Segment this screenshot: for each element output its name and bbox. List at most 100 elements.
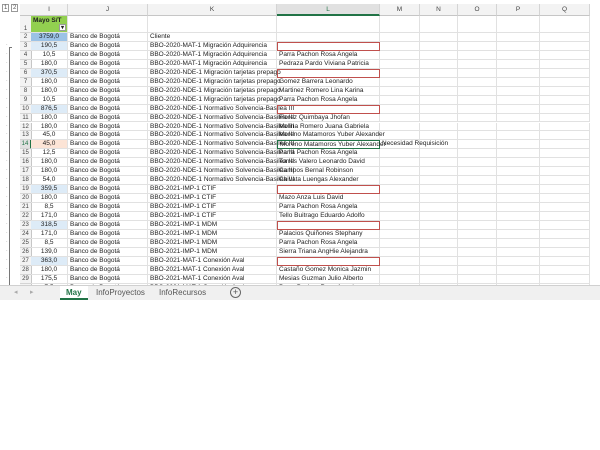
cell-N12[interactable] (420, 122, 458, 132)
tab-may[interactable]: May (60, 286, 88, 300)
cell-header-L[interactable] (277, 16, 380, 33)
cell-I11[interactable]: 180,0 (31, 113, 68, 123)
cell-L28[interactable]: Castaño Gomez Monica Jazmin (277, 265, 380, 275)
column-header-M[interactable]: M (380, 4, 420, 16)
cell-J2[interactable]: Banco de Bogotá (68, 33, 148, 42)
cell-I15[interactable]: 12,5 (31, 149, 68, 159)
cell-J5[interactable]: Banco de Bogotá (68, 59, 148, 69)
cell-L8[interactable]: Martinez Romero Lina Karina (277, 86, 380, 96)
cell-L4[interactable]: Parra Pachon Rosa Angela (277, 50, 380, 60)
cell-L9[interactable]: Parra Pachon Rosa Angela (277, 95, 380, 105)
column-header-P[interactable]: P (497, 4, 540, 16)
cell-K6[interactable]: BBO-2020-NDE-1 Migración tarjetas prepag… (148, 68, 281, 78)
cell-O27[interactable] (458, 256, 497, 266)
cell-J9[interactable]: Banco de Bogotá (68, 95, 148, 105)
cell-O18[interactable] (458, 176, 497, 186)
cell-M16[interactable] (380, 158, 420, 168)
cell-K10[interactable]: BBO-2020-NDE-1 Normativo Solvencia-Basil… (148, 104, 294, 114)
cell-O25[interactable] (458, 238, 497, 248)
column-header-K[interactable]: K (148, 4, 277, 16)
cell-M15[interactable] (380, 149, 420, 159)
cell-I9[interactable]: 10,5 (31, 95, 68, 105)
cell-K16[interactable]: BBO-2020-NDE-1 Normativo Solvencia-Basil… (148, 158, 294, 168)
cell-O2[interactable] (458, 33, 497, 42)
cell-Q10[interactable] (540, 104, 590, 114)
cell-O13[interactable] (458, 131, 497, 141)
cell-O9[interactable] (458, 95, 497, 105)
cell-Q2[interactable] (540, 33, 590, 42)
cell-Q24[interactable] (540, 229, 590, 239)
cell-N10[interactable] (420, 104, 458, 114)
cell-J29[interactable]: Banco de Bogotá (68, 274, 148, 284)
cell-Q11[interactable] (540, 113, 590, 123)
cell-J11[interactable]: Banco de Bogotá (68, 113, 148, 123)
cell-K21[interactable]: BBO-2021-IMP-1 CTIF (148, 203, 277, 212)
cell-Q27[interactable] (540, 256, 590, 266)
cell-I12[interactable]: 180,0 (31, 122, 68, 132)
cell-M28[interactable] (380, 265, 420, 275)
cell-N9[interactable] (420, 95, 458, 105)
cell-I5[interactable]: 180,0 (31, 59, 68, 69)
cell-P20[interactable] (497, 194, 540, 204)
cell-O15[interactable] (458, 149, 497, 159)
cell-P27[interactable] (497, 256, 540, 266)
cell-J18[interactable]: Banco de Bogotá (68, 176, 148, 186)
cell-J10[interactable]: Banco de Bogotá (68, 104, 148, 114)
cell-P24[interactable] (497, 229, 540, 239)
cell-Q20[interactable] (540, 194, 590, 204)
cell-P8[interactable] (497, 86, 540, 96)
cell-N16[interactable] (420, 158, 458, 168)
cell-N14[interactable] (420, 140, 458, 150)
outline-bracket[interactable] (9, 47, 12, 285)
cell-P17[interactable] (497, 167, 540, 177)
cell-O11[interactable] (458, 113, 497, 123)
cell-P19[interactable] (497, 185, 540, 195)
cell-Q29[interactable] (540, 274, 590, 284)
cell-Q8[interactable] (540, 86, 590, 96)
cell-K11[interactable]: BBO-2020-NDE-1 Normativo Solvencia-Basil… (148, 113, 294, 123)
cell-I8[interactable]: 180,0 (31, 86, 68, 96)
cell-O22[interactable] (458, 212, 497, 221)
cell-L7[interactable]: Gomez Barrera Leonardo (277, 77, 380, 87)
cell-M27[interactable] (380, 256, 420, 266)
cell-Q12[interactable] (540, 122, 590, 132)
cell-Q3[interactable] (540, 41, 590, 51)
cell-P26[interactable] (497, 247, 540, 257)
cell-M25[interactable] (380, 238, 420, 248)
cell-N27[interactable] (420, 256, 458, 266)
outline-level-1-button[interactable]: 1 (2, 4, 10, 12)
cell-J20[interactable]: Banco de Bogotá (68, 194, 148, 204)
cell-J7[interactable]: Banco de Bogotá (68, 77, 148, 87)
cell-N5[interactable] (420, 59, 458, 69)
cell-O19[interactable] (458, 185, 497, 195)
column-header-I[interactable]: I (31, 4, 68, 16)
cell-N22[interactable] (420, 212, 458, 221)
cell-M2[interactable] (380, 33, 420, 42)
cell-Q23[interactable] (540, 220, 590, 230)
cell-I21[interactable]: 8,5 (31, 203, 68, 212)
cell-L10[interactable] (277, 104, 380, 114)
cell-O16[interactable] (458, 158, 497, 168)
cell-J13[interactable]: Banco de Bogotá (68, 131, 148, 141)
cell-Q21[interactable] (540, 203, 590, 212)
cell-J16[interactable]: Banco de Bogotá (68, 158, 148, 168)
tab-inforecursos[interactable]: InfoRecursos (153, 286, 212, 300)
cell-O28[interactable] (458, 265, 497, 275)
cell-K28[interactable]: BBO-2021-MAT-1 Conexión Aval (148, 265, 277, 275)
cell-P2[interactable] (497, 33, 540, 42)
cell-I23[interactable]: 318,5 (31, 220, 68, 230)
cell-I29[interactable]: 175,5 (31, 274, 68, 284)
column-filter-header-mayo[interactable]: Mayo S/T ▾ (31, 16, 68, 33)
plus-circle-icon[interactable]: + (230, 287, 241, 298)
cell-K19[interactable]: BBO-2021-IMP-1 CTIF (148, 185, 277, 195)
cell-J23[interactable]: Banco de Bogotá (68, 220, 148, 230)
cell-O4[interactable] (458, 50, 497, 60)
spreadsheet-grid[interactable]: 1 2 IJKLMNOPQ 1 Mayo S/T ▾ 2 3759,0 Banco de … (0, 0, 600, 285)
cell-M14[interactable]: Necesidad Requisición (380, 140, 448, 150)
cell-L19[interactable] (277, 185, 380, 195)
cell-I27[interactable]: 363,0 (31, 256, 68, 266)
tab-scroll-right-icon[interactable]: ▸ (30, 288, 34, 296)
cell-P12[interactable] (497, 122, 540, 132)
cell-M7[interactable] (380, 77, 420, 87)
cell-P16[interactable] (497, 158, 540, 168)
